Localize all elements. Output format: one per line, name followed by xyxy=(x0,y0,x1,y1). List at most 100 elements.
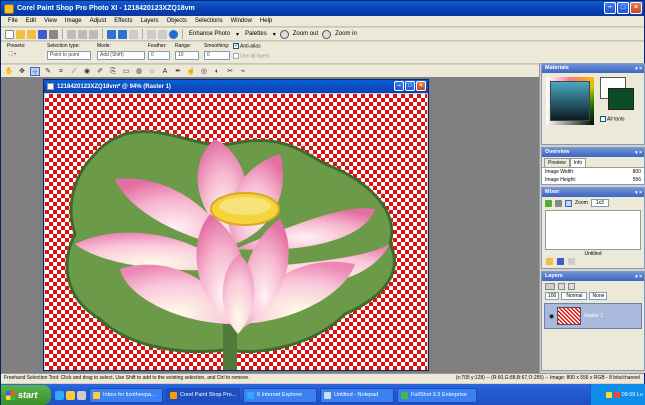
red-eye-tool-icon[interactable]: ◉ xyxy=(82,67,92,76)
picture-tube-tool-icon[interactable]: ⌁ xyxy=(238,67,248,76)
warp-brush-tool-icon[interactable]: ◎ xyxy=(199,67,209,76)
smoothing-input[interactable]: 0 xyxy=(204,51,230,60)
minimize-button[interactable]: – xyxy=(604,2,616,14)
palette-close-icon[interactable]: ▾ × xyxy=(635,65,642,74)
taskbar-item[interactable]: Inbox for lizotheepa... xyxy=(89,387,163,403)
maximize-button[interactable]: □ xyxy=(617,2,629,14)
chevron-down-icon[interactable]: ▾ xyxy=(271,31,278,38)
ie-quick-icon[interactable] xyxy=(55,390,64,400)
image-window-title-bar[interactable]: 1218420123XZQ18vm* @ 94% (Raster 1) xyxy=(44,80,428,93)
layer-row[interactable]: ◉ Raster 1 xyxy=(544,303,642,329)
paste-icon[interactable] xyxy=(89,29,98,39)
zoom-in-button[interactable]: Zoom in xyxy=(333,31,359,37)
zoom-out-button[interactable]: Zoom out xyxy=(291,31,320,37)
layer-lock-select[interactable]: None xyxy=(589,292,608,300)
zoom-out-icon[interactable] xyxy=(279,29,289,39)
materials-title[interactable]: Materials ▾ × xyxy=(542,64,644,73)
mode-select[interactable]: Add (Shift) xyxy=(97,51,145,60)
straighten-tool-icon[interactable]: ⟋ xyxy=(69,67,79,76)
color-picker[interactable] xyxy=(546,77,594,125)
delete-layer-icon[interactable] xyxy=(568,283,575,290)
all-tools-checkbox[interactable]: All tools xyxy=(600,116,625,122)
freehand-selection-tool-icon[interactable]: ⊹ xyxy=(30,66,40,76)
retouch-tool-icon[interactable]: ✂ xyxy=(225,67,235,76)
folder-quick-icon[interactable] xyxy=(66,390,75,400)
pick-tool-icon[interactable]: ✥ xyxy=(17,67,27,76)
eye-icon[interactable]: ◉ xyxy=(549,313,554,320)
taskbar-item[interactable]: 6 Internet Explorer xyxy=(243,387,317,403)
mixer-canvas[interactable] xyxy=(545,210,641,250)
selection-type-select[interactable]: Point to point xyxy=(47,51,91,60)
print-icon[interactable] xyxy=(49,29,58,39)
chevron-down-icon[interactable]: ▾ xyxy=(234,31,241,38)
image-close-button[interactable]: × xyxy=(416,81,426,91)
menu-help[interactable]: Help xyxy=(256,18,276,24)
palette-close-icon[interactable]: ▾ × xyxy=(635,149,642,158)
zoom-in-icon[interactable] xyxy=(322,29,332,39)
image-canvas[interactable] xyxy=(45,94,427,370)
tray-icon[interactable] xyxy=(605,392,612,398)
tab-info[interactable]: Info xyxy=(569,158,587,167)
menu-edit[interactable]: Edit xyxy=(22,18,40,24)
info-icon[interactable] xyxy=(169,29,178,39)
menu-layers[interactable]: Layers xyxy=(137,18,163,24)
use-all-layers-checkbox[interactable]: Use all layers xyxy=(233,53,277,60)
mixer-zoom-select[interactable]: 1x3 xyxy=(590,199,609,207)
menu-window[interactable]: Window xyxy=(227,18,256,24)
mixer-open-icon[interactable] xyxy=(546,258,553,265)
palette-close-icon[interactable]: ▾ × xyxy=(635,189,642,198)
save-icon[interactable] xyxy=(38,29,47,39)
layer-properties-icon[interactable] xyxy=(558,283,565,290)
tray-icon[interactable] xyxy=(613,392,620,398)
antialias-checkbox[interactable]: ✓ Anti-alias xyxy=(233,43,277,50)
eraser-tool-icon[interactable]: ▭ xyxy=(121,67,131,76)
color-square[interactable] xyxy=(550,81,590,121)
image-maximize-button[interactable]: □ xyxy=(405,81,415,91)
crop-icon[interactable] xyxy=(158,29,167,39)
pen-tool-icon[interactable]: ✒ xyxy=(173,67,183,76)
flood-fill-tool-icon[interactable]: ◍ xyxy=(134,67,144,76)
layer-opacity-field[interactable]: 100 xyxy=(545,292,560,300)
cut-icon[interactable] xyxy=(67,29,76,39)
text-tool-icon[interactable]: A xyxy=(160,67,170,76)
undo-icon[interactable] xyxy=(107,29,116,39)
palettes-button[interactable]: Palettes xyxy=(243,31,269,37)
command-history-icon[interactable] xyxy=(129,29,138,39)
range-input[interactable]: 10 xyxy=(175,51,199,60)
mixer-save-icon[interactable] xyxy=(557,258,564,265)
clone-brush-tool-icon[interactable]: ⎘ xyxy=(108,67,118,76)
menu-view[interactable]: View xyxy=(40,18,61,24)
open-folder-icon[interactable] xyxy=(16,29,25,39)
menu-adjust[interactable]: Adjust xyxy=(86,18,111,24)
new-file-icon[interactable] xyxy=(5,29,14,39)
title-bar[interactable]: Corel Paint Shop Pro Photo XI - 12184201… xyxy=(1,1,644,16)
tab-preview[interactable]: Preview xyxy=(544,158,570,167)
resize-icon[interactable] xyxy=(147,29,156,39)
menu-file[interactable]: File xyxy=(4,18,22,24)
start-button[interactable]: start xyxy=(1,385,51,405)
layer-blend-mode-select[interactable]: Normal xyxy=(561,292,588,300)
mixer-knife-icon[interactable] xyxy=(555,199,562,207)
taskbar-item[interactable]: Untitled - Notepad xyxy=(320,387,394,403)
new-layer-icon[interactable] xyxy=(545,283,555,290)
redo-icon[interactable] xyxy=(118,29,127,39)
foreground-swatch[interactable] xyxy=(608,88,634,110)
palette-close-icon[interactable]: ▾ × xyxy=(635,273,642,282)
shape-tool-icon[interactable]: ○ xyxy=(147,67,157,76)
lighten-darken-tool-icon[interactable]: ◐ xyxy=(212,67,222,76)
layers-title[interactable]: Layers ▾ × xyxy=(542,272,644,281)
pan-tool-icon[interactable]: ✋ xyxy=(4,67,14,76)
crop-tool-icon[interactable]: ⌗ xyxy=(56,67,66,76)
presets-dropdown[interactable]: ⛶ ▾ xyxy=(7,51,35,60)
enhance-photo-button[interactable]: Enhance Photo xyxy=(187,31,232,37)
feather-input[interactable]: 0 xyxy=(148,51,170,60)
menu-image[interactable]: Image xyxy=(61,18,86,24)
menu-selections[interactable]: Selections xyxy=(191,18,227,24)
image-minimize-button[interactable]: – xyxy=(394,81,404,91)
taskbar-item[interactable]: FullShot 9.3 Enterprise xyxy=(397,387,477,403)
overview-title[interactable]: Overview ▾ × xyxy=(542,148,644,157)
mixer-brush-icon[interactable] xyxy=(545,199,552,207)
desktop-quick-icon[interactable] xyxy=(77,390,86,400)
mixer-add-icon[interactable] xyxy=(568,258,575,265)
close-button[interactable]: × xyxy=(630,2,642,14)
